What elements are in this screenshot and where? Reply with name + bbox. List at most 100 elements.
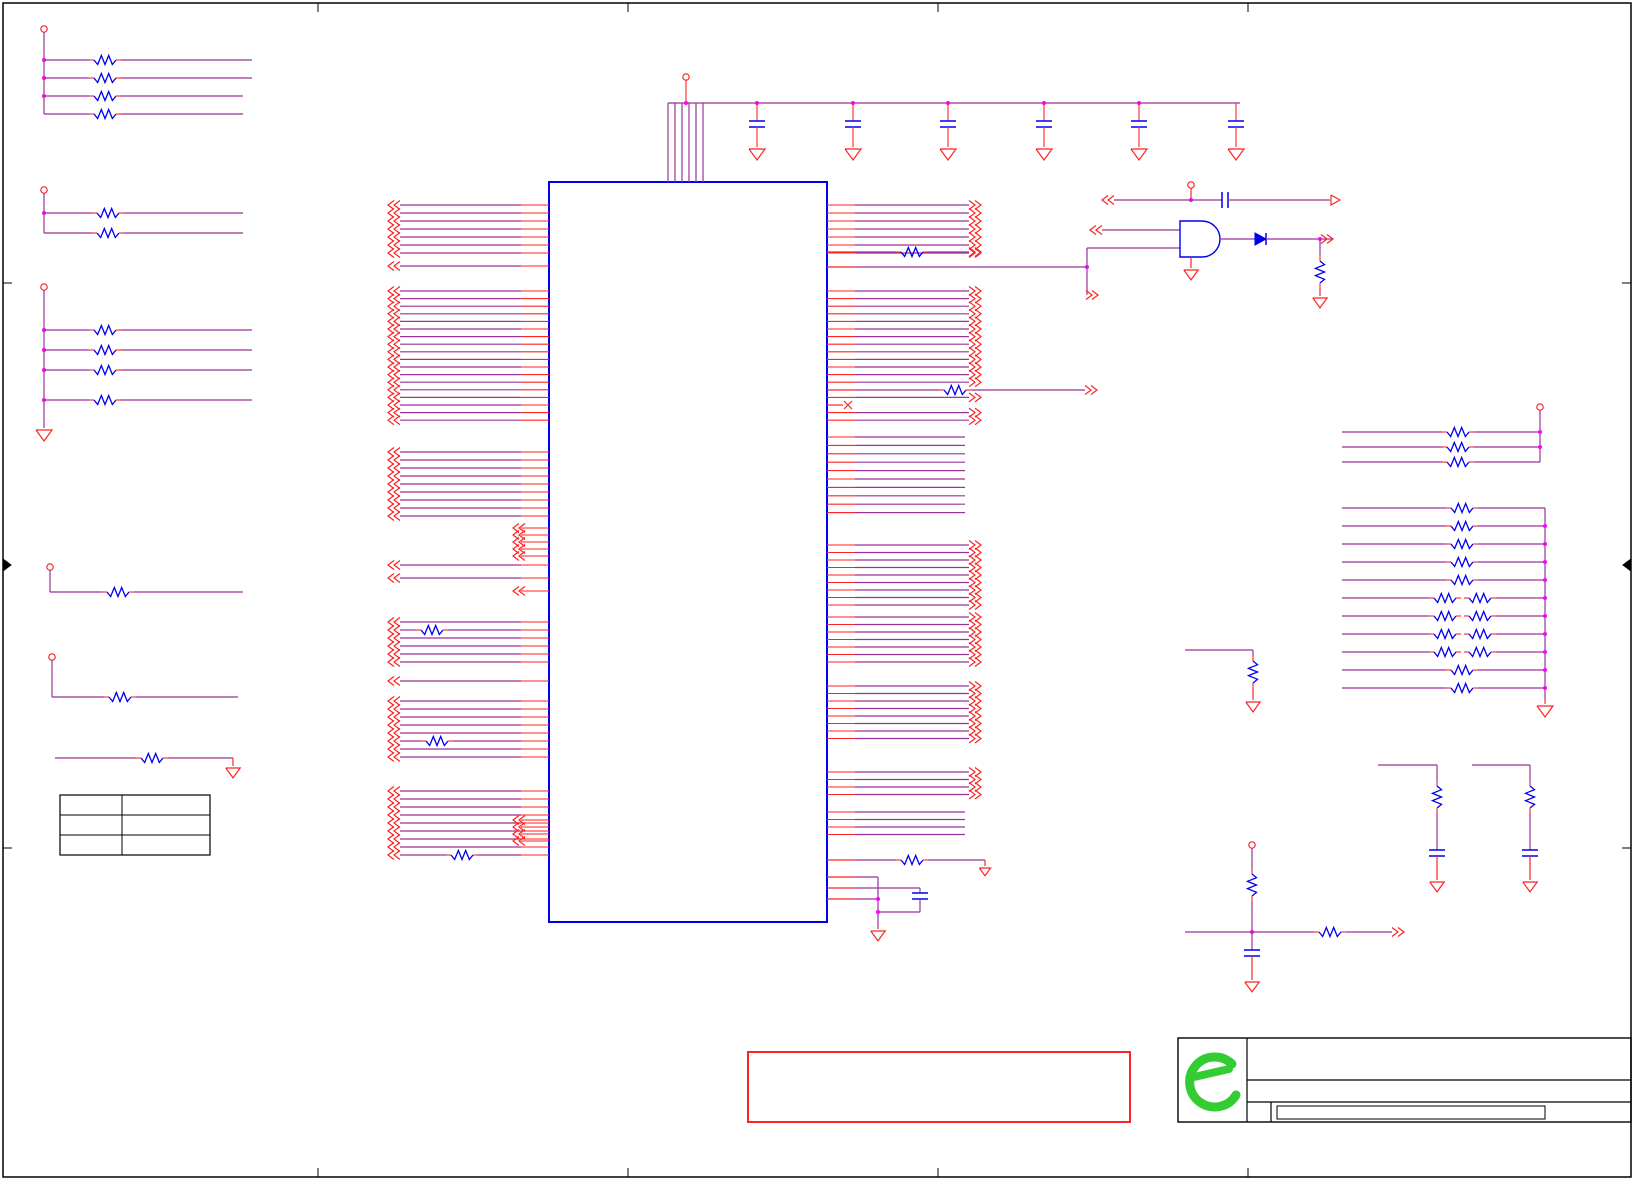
resistor	[1468, 609, 1492, 623]
junction-dot	[1543, 578, 1547, 582]
chevron-connector	[393, 511, 401, 521]
connector-pin	[40, 283, 48, 291]
resistor	[93, 363, 117, 377]
connector-pin	[40, 25, 48, 33]
resistor	[1450, 573, 1474, 587]
resistor	[900, 853, 924, 867]
ground-symbol	[1035, 148, 1054, 162]
chevron-connector	[393, 657, 401, 667]
resistor	[1433, 645, 1457, 659]
ground-symbol	[1536, 705, 1555, 719]
resistor	[1318, 925, 1342, 939]
chevron-connector	[968, 200, 976, 210]
connector-pin	[1248, 841, 1256, 849]
and-gate	[1179, 220, 1221, 258]
chevron-connector	[393, 560, 401, 570]
chevron-connector	[393, 786, 401, 796]
resistor	[1246, 660, 1260, 684]
resistor	[1450, 501, 1474, 515]
resistor	[93, 393, 117, 407]
ground-symbol	[35, 429, 54, 443]
chevron-connector	[393, 752, 401, 762]
chevron-connector	[393, 503, 401, 513]
resistor	[1450, 519, 1474, 533]
ground-symbol	[1522, 881, 1539, 893]
chevron-connector	[393, 248, 401, 258]
resistor	[1245, 873, 1259, 897]
chevron-connector	[393, 471, 401, 481]
chevron-connector	[393, 261, 401, 271]
resistor	[1450, 663, 1474, 677]
resistor	[1446, 455, 1470, 469]
chevron-connector	[1107, 195, 1115, 205]
resistor	[93, 323, 117, 337]
ground-symbol	[844, 148, 863, 162]
chevron-connector	[393, 240, 401, 250]
chevron-connector	[968, 733, 976, 744]
resistor	[96, 226, 120, 240]
frame-arrow	[1622, 558, 1632, 572]
chevron-connector	[393, 495, 401, 505]
resistor	[450, 848, 474, 862]
resistor	[93, 53, 117, 67]
junction-dot	[1543, 650, 1547, 654]
ground-symbol	[1312, 297, 1329, 309]
chevron-connector	[393, 744, 401, 754]
ground-symbol	[1244, 981, 1261, 993]
sheet-border	[2, 2, 1632, 1178]
resistor	[1450, 555, 1474, 569]
resistor	[1433, 627, 1457, 641]
chevron-connector	[393, 617, 401, 627]
chevron-connector	[393, 712, 401, 722]
connector-pin	[682, 73, 690, 81]
chevron-connector	[1095, 225, 1103, 235]
chevron-connector	[393, 736, 401, 746]
chevron-connector	[393, 696, 401, 706]
resistor	[1433, 591, 1457, 605]
company-logo-bar	[1190, 1065, 1233, 1081]
chevron-connector	[393, 834, 401, 844]
chevron-connector	[968, 232, 976, 242]
chevron-connector	[393, 447, 401, 457]
chevron-connector	[968, 392, 976, 403]
junction-dot	[1543, 524, 1547, 528]
chevron-connector	[393, 850, 401, 860]
ground-symbol	[1183, 269, 1200, 281]
junction-dot	[1543, 596, 1547, 600]
ground-symbol	[225, 767, 242, 779]
chevron-connector	[393, 573, 401, 583]
resistor	[1446, 425, 1470, 439]
chevron-connector	[968, 377, 976, 388]
chevron-connector	[393, 641, 401, 651]
chevron-connector	[968, 415, 976, 426]
junction-dot	[876, 897, 880, 901]
chevron-connector	[393, 633, 401, 643]
diode	[1254, 232, 1268, 246]
junction-dot	[876, 910, 880, 914]
connector-pin	[1187, 181, 1195, 189]
resistor	[140, 751, 164, 765]
resistor	[1468, 591, 1492, 605]
junction-dot	[684, 101, 688, 105]
chevron-connector	[968, 789, 976, 800]
schematic-canvas	[2, 2, 1632, 1178]
resistor	[900, 245, 924, 259]
chevron-connector	[968, 208, 976, 218]
ic-symbol	[548, 181, 828, 923]
chevron-connector	[393, 649, 401, 659]
ground-symbol	[978, 867, 992, 877]
table	[59, 794, 211, 856]
resistor	[1450, 537, 1474, 551]
junction-dot	[1543, 614, 1547, 618]
junction-dot	[1543, 632, 1547, 636]
chevron-connector	[393, 818, 401, 828]
resistor	[425, 734, 449, 748]
junction-dot	[1538, 445, 1542, 449]
chevron-connector	[1084, 385, 1092, 395]
resistor	[93, 71, 117, 85]
chevron-connector	[393, 200, 401, 210]
resistor	[1433, 609, 1457, 623]
ground-symbol	[1130, 148, 1149, 162]
chevron-connector	[968, 224, 976, 234]
junction-dot	[1543, 542, 1547, 546]
